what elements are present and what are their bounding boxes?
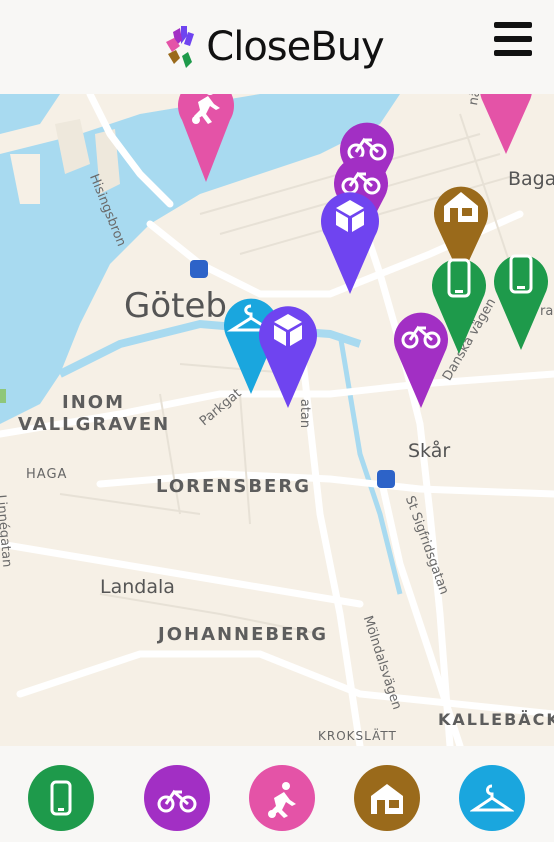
app-logo[interactable]: CloseBuy [160, 22, 385, 72]
category-bikes-button[interactable] [144, 765, 210, 831]
map-label-kalleback: KALLEBÄCK [438, 710, 554, 729]
map-view[interactable]: Göteb INOM VALLGRAVEN HAGA LORENSBERG La… [0, 94, 554, 746]
map-label-vallgraven: VALLGRAVEN [18, 414, 171, 435]
map-pin-bikes-3[interactable] [392, 304, 450, 408]
category-clothes-button[interactable] [459, 765, 525, 831]
logo-icon [166, 26, 195, 68]
category-bar [0, 746, 554, 842]
map-pin-electronics-2[interactable] [492, 246, 550, 350]
map-label-inom: INOM [62, 392, 125, 413]
house-icon [371, 784, 403, 814]
category-home-button[interactable] [354, 765, 420, 831]
logo-text: CloseBuy [206, 24, 384, 70]
map-label-skar: Skår [408, 440, 451, 462]
sports-icon [268, 782, 296, 818]
map-pin-sports-1[interactable] [176, 94, 236, 182]
map-label-krokslatt: KROKSLÄTT [318, 729, 397, 743]
hamburger-menu-button[interactable] [494, 22, 532, 56]
map-label-baga: Baga [508, 168, 554, 190]
map-label-haga: HAGA [26, 467, 68, 482]
map-pin-boxes-1[interactable] [320, 186, 380, 294]
map-pin-boxes-2[interactable] [258, 300, 318, 408]
map-label-johanneberg: JOHANNEBERG [158, 624, 329, 645]
phone-icon [50, 780, 72, 816]
map-label-landala: Landala [100, 576, 175, 598]
app-header: CloseBuy [0, 0, 554, 94]
category-sports-button[interactable] [249, 765, 315, 831]
map-pin-sports-2[interactable] [478, 94, 534, 154]
map-label-city: Göteb [124, 286, 227, 326]
category-electronics-button[interactable] [28, 765, 94, 831]
hanger-icon [470, 784, 514, 812]
map-label-lorensberg: LORENSBERG [156, 476, 311, 497]
bike-icon [157, 789, 197, 813]
